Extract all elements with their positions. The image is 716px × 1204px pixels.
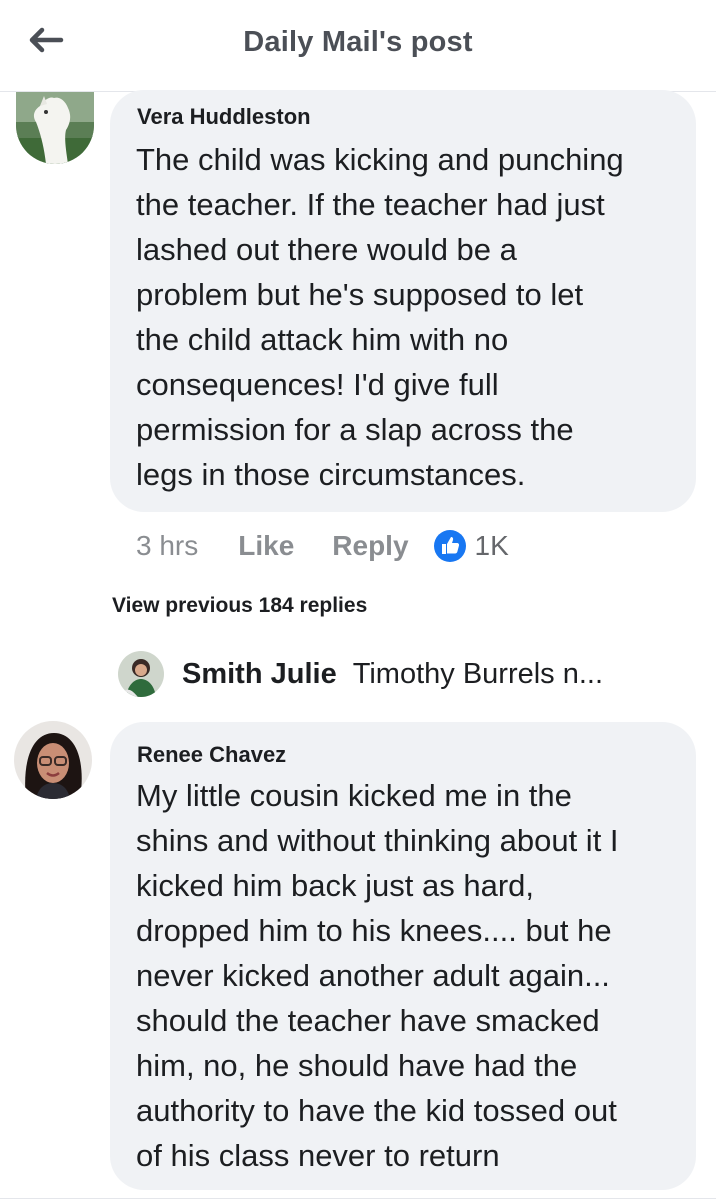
post-header: Daily Mail's post — [0, 0, 716, 92]
comment-text: The child was kicking and punching the t… — [136, 142, 624, 492]
comment-author[interactable]: Renee Chavez — [137, 742, 286, 768]
reply-avatar — [118, 651, 164, 697]
like-button[interactable]: Like — [238, 530, 294, 562]
reply-avatar-image — [118, 651, 164, 697]
reply-button[interactable]: Reply — [332, 530, 408, 562]
reply-author: Smith Julie — [182, 657, 337, 690]
page-title: Daily Mail's post — [243, 26, 473, 58]
comment-text: My little cousin kicked me in the shins … — [136, 778, 619, 1173]
horse-avatar-image — [16, 92, 94, 164]
woman-avatar-image — [14, 721, 92, 799]
comment-author[interactable]: Vera Huddleston — [137, 104, 311, 130]
avatar[interactable] — [16, 92, 94, 164]
reply-preview[interactable]: Smith Julie Timothy Burrels n... — [118, 648, 603, 700]
reaction-summary[interactable]: 1K — [433, 529, 509, 563]
avatar[interactable] — [14, 721, 92, 799]
comment-timestamp[interactable]: 3 hrs — [136, 530, 198, 562]
reaction-count: 1K — [474, 530, 509, 561]
divider — [0, 1198, 716, 1199]
thumbs-up-icon — [433, 530, 466, 562]
comment-actions: 3 hrs Like Reply 1K — [136, 526, 509, 566]
reply-preview-text: Timothy Burrels n... — [352, 657, 604, 690]
view-previous-replies-link[interactable]: View previous 184 replies — [112, 594, 367, 618]
